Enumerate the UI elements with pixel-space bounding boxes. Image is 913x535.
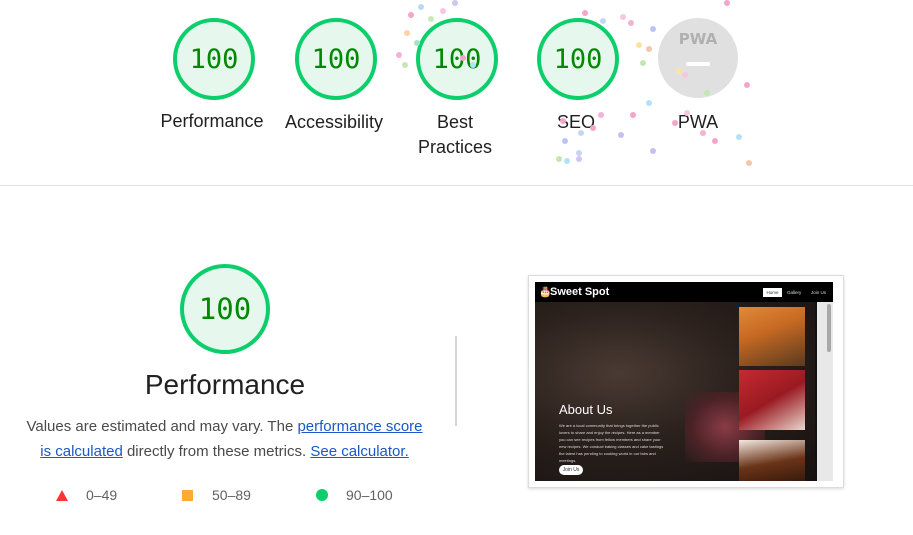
preview-chocolate-image bbox=[739, 440, 805, 481]
legend-fail: 0–49 bbox=[56, 487, 117, 503]
best-practices-gauge[interactable]: 100 bbox=[416, 18, 498, 100]
seo-gauge[interactable]: 100 bbox=[537, 18, 619, 100]
performance-label[interactable]: Performance bbox=[147, 109, 277, 134]
legend-fail-range: 0–49 bbox=[86, 487, 118, 503]
final-screenshot[interactable]: 🎂 Sweet Spot Home Gallery Join Us About … bbox=[528, 275, 844, 488]
description-prefix: Values are estimated and may vary. The bbox=[26, 418, 298, 435]
preview-nav-join: Join Us bbox=[811, 290, 827, 295]
legend-average-range: 50–89 bbox=[212, 487, 251, 503]
performance-description: Values are estimated and may vary. The p… bbox=[22, 414, 427, 464]
best-practices-label-line1: Best bbox=[436, 112, 474, 132]
preview-about-body: We are a local community that brings tog… bbox=[559, 423, 664, 463]
seo-score: 100 bbox=[553, 43, 603, 75]
red-triangle-icon bbox=[56, 489, 68, 501]
see-calculator-link[interactable]: See calculator. bbox=[310, 443, 408, 460]
best-practices-score: 100 bbox=[432, 43, 482, 75]
green-circle-icon bbox=[316, 489, 328, 501]
legend-pass: 90–100 bbox=[316, 487, 393, 503]
preview-redvelvet-image bbox=[739, 370, 805, 430]
orange-square-icon bbox=[182, 489, 193, 501]
preview-about-heading: About Us bbox=[559, 402, 613, 417]
pwa-badge-text: PWA bbox=[678, 30, 718, 48]
performance-score: 100 bbox=[189, 43, 239, 75]
accessibility-score: 100 bbox=[311, 43, 361, 75]
performance-title: Performance bbox=[144, 369, 306, 400]
preview-nav-home: Home bbox=[763, 288, 782, 297]
preview-brand: Sweet Spot bbox=[550, 286, 610, 298]
screenshot-content: 🎂 Sweet Spot Home Gallery Join Us About … bbox=[535, 282, 833, 481]
legend-average: 50–89 bbox=[182, 487, 251, 503]
performance-gauge[interactable]: 100 bbox=[173, 18, 255, 100]
accessibility-gauge[interactable]: 100 bbox=[295, 18, 377, 100]
legend-pass-range: 90–100 bbox=[346, 487, 393, 503]
pwa-dash-icon bbox=[686, 62, 710, 66]
best-practices-label-line2: Practices bbox=[417, 137, 493, 157]
performance-detail-score: 100 bbox=[198, 292, 252, 326]
section-divider bbox=[0, 185, 913, 186]
preview-nav-gallery: Gallery bbox=[787, 290, 802, 295]
accessibility-label[interactable]: Accessibility bbox=[269, 110, 399, 135]
preview-pie-image bbox=[739, 307, 805, 366]
vertical-separator bbox=[455, 336, 457, 426]
description-middle: directly from these metrics. bbox=[122, 443, 311, 460]
pwa-label[interactable]: PWA bbox=[633, 110, 763, 135]
preview-join-button: Join Us bbox=[559, 465, 583, 475]
performance-detail-gauge: 100 bbox=[180, 264, 270, 354]
pwa-badge[interactable]: PWA bbox=[658, 18, 738, 98]
preview-scroll-thumb bbox=[827, 304, 831, 352]
best-practices-label[interactable]: Best Practices bbox=[390, 110, 520, 160]
